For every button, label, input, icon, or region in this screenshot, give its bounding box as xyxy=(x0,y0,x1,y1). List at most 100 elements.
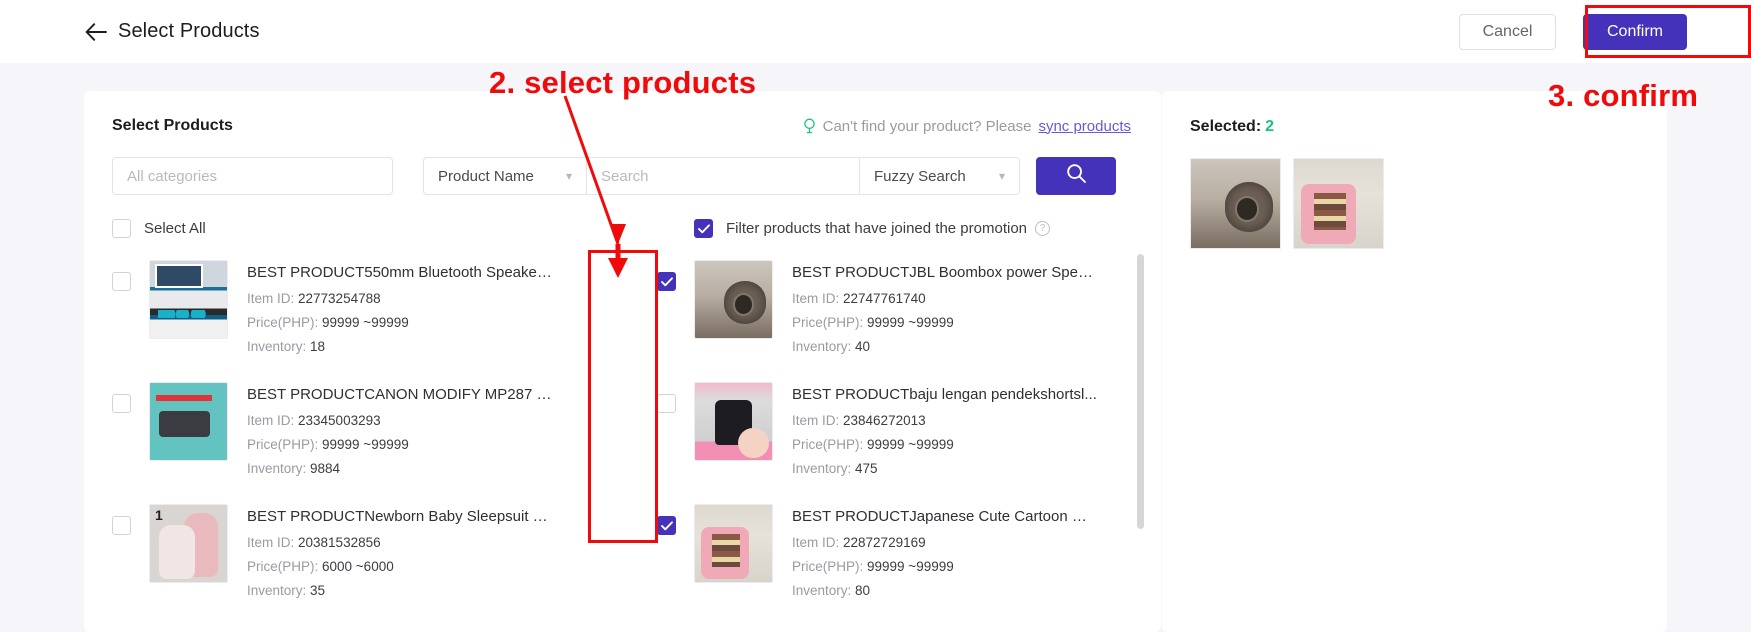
select-all-checkbox[interactable] xyxy=(112,219,131,238)
top-bar-actions: Cancel Confirm xyxy=(1459,13,1687,50)
product-image xyxy=(695,505,772,582)
product-item[interactable]: BEST PRODUCTCANON MODIFY MP287 W... Item … xyxy=(84,372,629,494)
select-all-row: Select All Filter products that have joi… xyxy=(84,195,1161,238)
search-icon xyxy=(1066,163,1087,189)
page-title: Select Products xyxy=(118,20,260,42)
product-price: Price(PHP): 99999 ~99999 xyxy=(792,315,954,330)
selected-product-image xyxy=(1191,159,1280,248)
product-item[interactable]: BEST PRODUCTbaju lengan pendekshortsl...… xyxy=(629,372,1161,494)
search-input[interactable]: Search xyxy=(586,157,859,195)
product-thumbnail xyxy=(149,382,228,461)
product-item-id: Item ID: 22747761740 xyxy=(792,291,926,306)
cancel-button[interactable]: Cancel xyxy=(1459,13,1556,50)
product-info: BEST PRODUCTJapanese Cute Cartoon Cra...… xyxy=(792,504,1097,600)
product-price: Price(PHP): 6000 ~6000 xyxy=(247,559,394,574)
product-thumbnail xyxy=(694,260,773,339)
product-name: BEST PRODUCTCANON MODIFY MP287 W... xyxy=(247,386,552,403)
product-name: BEST PRODUCTJBL Boombox power Speak... xyxy=(792,264,1097,281)
product-price: Price(PHP): 99999 ~99999 xyxy=(247,315,409,330)
product-image xyxy=(150,261,227,338)
product-image xyxy=(150,383,227,460)
product-image xyxy=(695,261,772,338)
selected-product-image xyxy=(1294,159,1383,248)
product-price: Price(PHP): 99999 ~99999 xyxy=(247,437,409,452)
product-thumbnail xyxy=(694,504,773,583)
filter-promotion-checkbox[interactable] xyxy=(694,219,713,238)
product-inventory: Inventory: 18 xyxy=(247,339,326,354)
category-select-placeholder: All categories xyxy=(127,167,218,185)
chevron-down-icon: ▾ xyxy=(565,169,572,183)
search-field-select[interactable]: Product Name ▾ xyxy=(423,157,586,195)
product-item[interactable]: BEST PRODUCT550mm Bluetooth Speaker ... I… xyxy=(84,250,629,372)
product-badge: 1 xyxy=(155,507,163,523)
product-item[interactable]: 1 BEST PRODUCTNewborn Baby Sleepsuit Ca..… xyxy=(84,494,629,600)
selected-header: Selected: 2 xyxy=(1162,91,1667,136)
product-checkbox[interactable] xyxy=(112,272,131,291)
product-name: BEST PRODUCTNewborn Baby Sleepsuit Ca... xyxy=(247,508,552,525)
product-name: BEST PRODUCT550mm Bluetooth Speaker ... xyxy=(247,264,552,281)
top-bar: Select Products Cancel Confirm xyxy=(0,0,1751,63)
product-item-id: Item ID: 22773254788 xyxy=(247,291,381,306)
product-checkbox[interactable] xyxy=(657,394,676,413)
product-checkbox[interactable] xyxy=(112,516,131,535)
product-price: Price(PHP): 99999 ~99999 xyxy=(792,559,954,574)
select-products-panel: Select Products Can't find your product?… xyxy=(84,91,1161,632)
search-group: Product Name ▾ Search Fuzzy Search ▾ xyxy=(423,157,1020,195)
selected-thumbnails xyxy=(1162,136,1667,249)
selected-thumbnail[interactable] xyxy=(1293,158,1384,249)
selected-thumbnail[interactable] xyxy=(1190,158,1281,249)
product-inventory: Inventory: 40 xyxy=(792,339,871,354)
sync-hint-text: Can't find your product? Please xyxy=(822,117,1032,135)
back-button[interactable]: Select Products xyxy=(84,20,260,44)
product-list-scroll: BEST PRODUCT550mm Bluetooth Speaker ... I… xyxy=(84,250,1161,600)
product-checkbox[interactable] xyxy=(657,516,676,535)
content-area: Select Products Can't find your product?… xyxy=(0,63,1751,632)
search-input-placeholder: Search xyxy=(601,167,649,185)
selected-products-panel: Selected: 2 xyxy=(1162,91,1667,632)
product-item[interactable]: BEST PRODUCTJBL Boombox power Speak... It… xyxy=(629,250,1161,372)
selected-count: 2 xyxy=(1265,118,1275,135)
confirm-button[interactable]: Confirm xyxy=(1583,13,1687,50)
product-item-id: Item ID: 23846272013 xyxy=(792,413,926,428)
scrollbar-thumb[interactable] xyxy=(1137,254,1144,529)
product-item[interactable]: BEST PRODUCTJapanese Cute Cartoon Cra...… xyxy=(629,494,1161,600)
category-select[interactable]: All categories xyxy=(112,157,393,195)
product-inventory: Inventory: 475 xyxy=(792,461,878,476)
search-field-label: Product Name xyxy=(438,167,534,185)
product-grid: BEST PRODUCT550mm Bluetooth Speaker ... I… xyxy=(84,250,1161,600)
panel-header: Select Products Can't find your product?… xyxy=(84,91,1161,135)
product-list-scrollbar[interactable] xyxy=(1137,250,1144,600)
product-info: BEST PRODUCTNewborn Baby Sleepsuit Ca...… xyxy=(247,504,552,600)
panel-title: Select Products xyxy=(112,117,233,134)
question-circle-icon[interactable]: ? xyxy=(1035,221,1051,236)
select-all-label: Select All xyxy=(144,220,206,237)
filter-promotion-group: Filter products that have joined the pro… xyxy=(694,219,1051,238)
search-button[interactable] xyxy=(1036,157,1116,195)
product-thumbnail xyxy=(694,382,773,461)
match-mode-label: Fuzzy Search xyxy=(874,167,966,185)
product-name: BEST PRODUCTJapanese Cute Cartoon Cra... xyxy=(792,508,1097,525)
product-item-id: Item ID: 23345003293 xyxy=(247,413,381,428)
arrow-left-icon xyxy=(84,20,108,44)
product-checkbox[interactable] xyxy=(657,272,676,291)
product-inventory: Inventory: 9884 xyxy=(247,461,341,476)
product-item-id: Item ID: 20381532856 xyxy=(247,535,381,550)
filter-promotion-label: Filter products that have joined the pro… xyxy=(726,220,1028,237)
lightbulb-icon xyxy=(803,118,816,135)
product-thumbnail: 1 xyxy=(149,504,228,583)
product-info: BEST PRODUCTCANON MODIFY MP287 W... Item … xyxy=(247,382,552,481)
selected-label: Selected: xyxy=(1190,118,1262,135)
product-info: BEST PRODUCTbaju lengan pendekshortsl...… xyxy=(792,382,1097,481)
match-mode-select[interactable]: Fuzzy Search ▾ xyxy=(859,157,1020,195)
product-inventory: Inventory: 80 xyxy=(792,583,871,598)
product-name: BEST PRODUCTbaju lengan pendekshortsl... xyxy=(792,386,1097,403)
sync-hint: Can't find your product? Please sync pro… xyxy=(803,118,1131,135)
sync-products-link[interactable]: sync products xyxy=(1038,118,1131,135)
product-checkbox[interactable] xyxy=(112,394,131,413)
product-price: Price(PHP): 99999 ~99999 xyxy=(792,437,954,452)
product-info: BEST PRODUCT550mm Bluetooth Speaker ... I… xyxy=(247,260,552,359)
filter-row: All categories Product Name ▾ Search Fuz… xyxy=(84,135,1161,195)
chevron-down-icon: ▾ xyxy=(998,169,1005,183)
product-thumbnail xyxy=(149,260,228,339)
product-info: BEST PRODUCTJBL Boombox power Speak... It… xyxy=(792,260,1097,359)
